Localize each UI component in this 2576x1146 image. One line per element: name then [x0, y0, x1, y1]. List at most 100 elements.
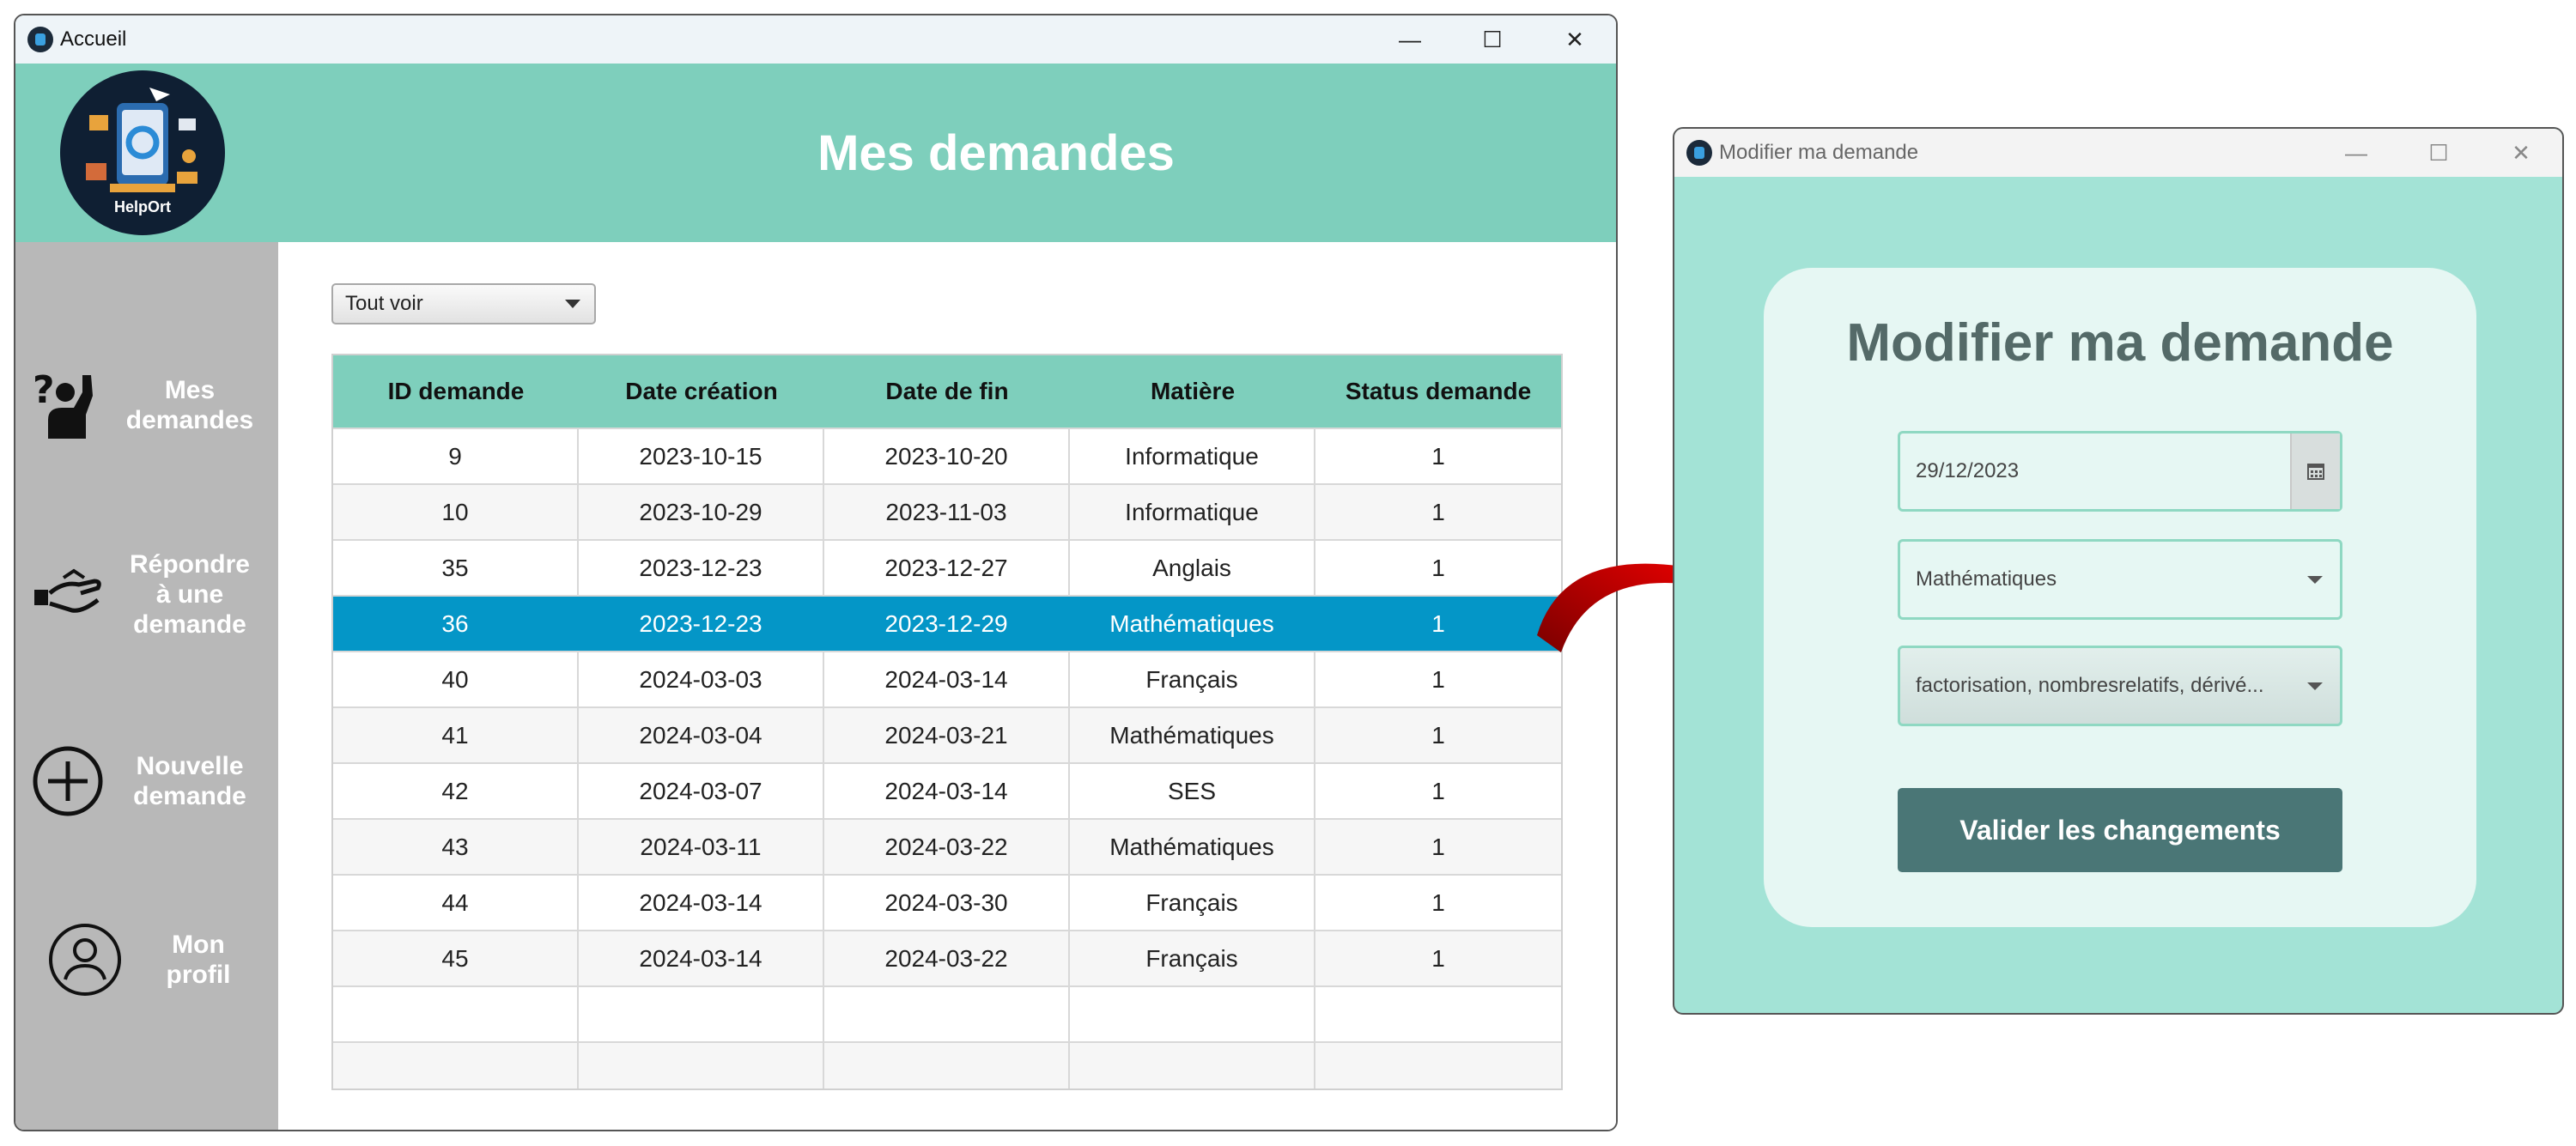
column-header-status[interactable]: Status demande	[1315, 355, 1561, 427]
sidebar-item-label: Mes demandes	[125, 376, 254, 434]
plus-circle-icon	[29, 743, 106, 820]
table-cell	[824, 1043, 1070, 1088]
close-button[interactable]: ✕	[1534, 15, 1616, 64]
table-row[interactable]: 43 2024-03-11 2024-03-22 Mathématiques 1	[333, 818, 1561, 874]
table-cell: 1	[1431, 498, 1445, 525]
minimize-button[interactable]: —	[2315, 129, 2397, 177]
table-cell: 2024-03-30	[824, 876, 1070, 930]
filter-dropdown[interactable]: Tout voir	[331, 283, 596, 324]
table-cell: 9	[333, 429, 579, 483]
end-date-picker[interactable]: 29/12/2023	[1898, 431, 2342, 512]
sidebar-item-new-request[interactable]: Nouvelle demande	[15, 730, 278, 833]
column-header-id[interactable]: ID demande	[333, 355, 579, 427]
table-cell: 10	[333, 485, 579, 539]
table-row[interactable]: 40 2024-03-03 2024-03-14 Français 1	[333, 651, 1561, 706]
table-cell: 2024-03-22	[824, 931, 1070, 985]
sidebar-item-my-profile[interactable]: Mon profil	[15, 908, 278, 1011]
logo-text: HelpOrt	[113, 198, 171, 215]
raised-hand-question-icon: ?	[29, 367, 106, 444]
topics-dropdown[interactable]: factorisation, nombresrelatifs, dérivé..…	[1898, 646, 2342, 726]
table-cell: 2023-11-03	[824, 485, 1070, 539]
table-cell	[1070, 987, 1315, 1041]
table-cell: 2024-03-04	[579, 708, 824, 762]
page-title: Mes demandes	[817, 124, 1175, 181]
table-cell: 2024-03-03	[579, 652, 824, 706]
table-cell: Informatique	[1070, 485, 1315, 539]
edit-form-card: Modifier ma demande 29/12/2023 Mathémati…	[1764, 268, 2476, 927]
chevron-down-icon	[565, 300, 580, 308]
end-date-value: 29/12/2023	[1916, 459, 2020, 482]
table-cell: Français	[1070, 931, 1315, 985]
sidebar: ? Mes demandes Répondre à une demande No…	[15, 242, 278, 1130]
table-row[interactable]: 35 2023-12-23 2023-12-27 Anglais 1	[333, 539, 1561, 595]
table-cell: 40	[333, 652, 579, 706]
edit-titlebar[interactable]: Modifier ma demande — ☐ ✕	[1674, 129, 2562, 177]
svg-text:?: ?	[33, 368, 55, 412]
main-window-title: Accueil	[60, 27, 127, 51]
table-cell: SES	[1070, 764, 1315, 818]
table-row[interactable]: 36 2023-12-23 2023-12-29 Mathématiques 1	[333, 595, 1561, 651]
table-cell: 2023-12-29	[824, 597, 1070, 651]
app-icon	[27, 27, 53, 52]
table-row[interactable]	[333, 1041, 1561, 1088]
table-cell: Anglais	[1070, 541, 1315, 595]
sidebar-item-label: Répondre à une demande	[129, 549, 250, 639]
table-cell: Français	[1070, 876, 1315, 930]
subject-dropdown[interactable]: Mathématiques	[1898, 539, 2342, 620]
filter-selected-value: Tout voir	[345, 292, 423, 315]
app-icon	[1686, 140, 1712, 166]
table-row[interactable]: 45 2024-03-14 2024-03-22 Français 1	[333, 930, 1561, 985]
sidebar-item-answer-request[interactable]: Répondre à une demande	[15, 534, 278, 654]
helping-hands-icon	[29, 555, 106, 633]
table-cell: Français	[1070, 652, 1315, 706]
helport-logo: HelpOrt	[60, 70, 225, 235]
table-row[interactable]	[333, 985, 1561, 1041]
chevron-down-icon	[2307, 576, 2323, 584]
main-titlebar[interactable]: Accueil — ☐ ✕	[15, 15, 1616, 64]
table-cell: 1	[1431, 944, 1445, 972]
table-cell: 2024-03-14	[579, 876, 824, 930]
table-row[interactable]: 44 2024-03-14 2024-03-30 Français 1	[333, 874, 1561, 930]
table-cell: 41	[333, 708, 579, 762]
table-cell	[333, 1043, 579, 1088]
table-cell: 1	[1431, 888, 1445, 916]
main-content: Tout voir ID demande Date création Date …	[278, 242, 1616, 1130]
table-cell	[1070, 1043, 1315, 1088]
table-cell	[1315, 987, 1561, 1041]
table-cell: 1	[1431, 721, 1445, 749]
table-row[interactable]: 10 2023-10-29 2023-11-03 Informatique 1	[333, 483, 1561, 539]
table-cell: 1	[1431, 665, 1445, 693]
close-button[interactable]: ✕	[2480, 129, 2562, 177]
table-cell: 2023-12-27	[824, 541, 1070, 595]
table-row[interactable]: 42 2024-03-07 2024-03-14 SES 1	[333, 762, 1561, 818]
column-header-end[interactable]: Date de fin	[824, 355, 1070, 427]
minimize-button[interactable]: —	[1369, 15, 1451, 64]
calendar-button[interactable]	[2290, 434, 2340, 509]
table-row[interactable]: 41 2024-03-04 2024-03-21 Mathématiques 1	[333, 706, 1561, 762]
table-cell: 43	[333, 820, 579, 874]
maximize-button[interactable]: ☐	[2397, 129, 2480, 177]
sidebar-item-label: Mon profil	[166, 931, 231, 989]
table-cell: Mathématiques	[1070, 597, 1315, 651]
column-header-created[interactable]: Date création	[579, 355, 824, 427]
table-cell: 2024-03-11	[579, 820, 824, 874]
table-body: 9 2023-10-15 2023-10-20 Informatique 1 10 2023…	[333, 427, 1561, 1088]
table-header: ID demande Date création Date de fin Mat…	[333, 355, 1561, 427]
table-cell: 42	[333, 764, 579, 818]
column-header-subject[interactable]: Matière	[1070, 355, 1315, 427]
submit-changes-button[interactable]: Valider les changements	[1898, 788, 2342, 872]
app-header: HelpOrt Mes demandes	[15, 64, 1616, 242]
subject-value: Mathématiques	[1916, 567, 2057, 591]
table-cell: 2024-03-14	[824, 764, 1070, 818]
table-cell: 1	[1431, 442, 1445, 470]
calendar-icon	[2307, 464, 2324, 480]
table-row[interactable]: 9 2023-10-15 2023-10-20 Informatique 1	[333, 427, 1561, 483]
maximize-button[interactable]: ☐	[1451, 15, 1534, 64]
sidebar-item-my-requests[interactable]: ? Mes demandes	[15, 354, 278, 457]
table-cell: 2024-03-22	[824, 820, 1070, 874]
table-cell: 2024-03-14	[824, 652, 1070, 706]
table-cell: 45	[333, 931, 579, 985]
table-cell: 1	[1431, 554, 1445, 581]
table-cell: 2023-10-15	[579, 429, 824, 483]
table-cell: 2023-12-23	[579, 541, 824, 595]
